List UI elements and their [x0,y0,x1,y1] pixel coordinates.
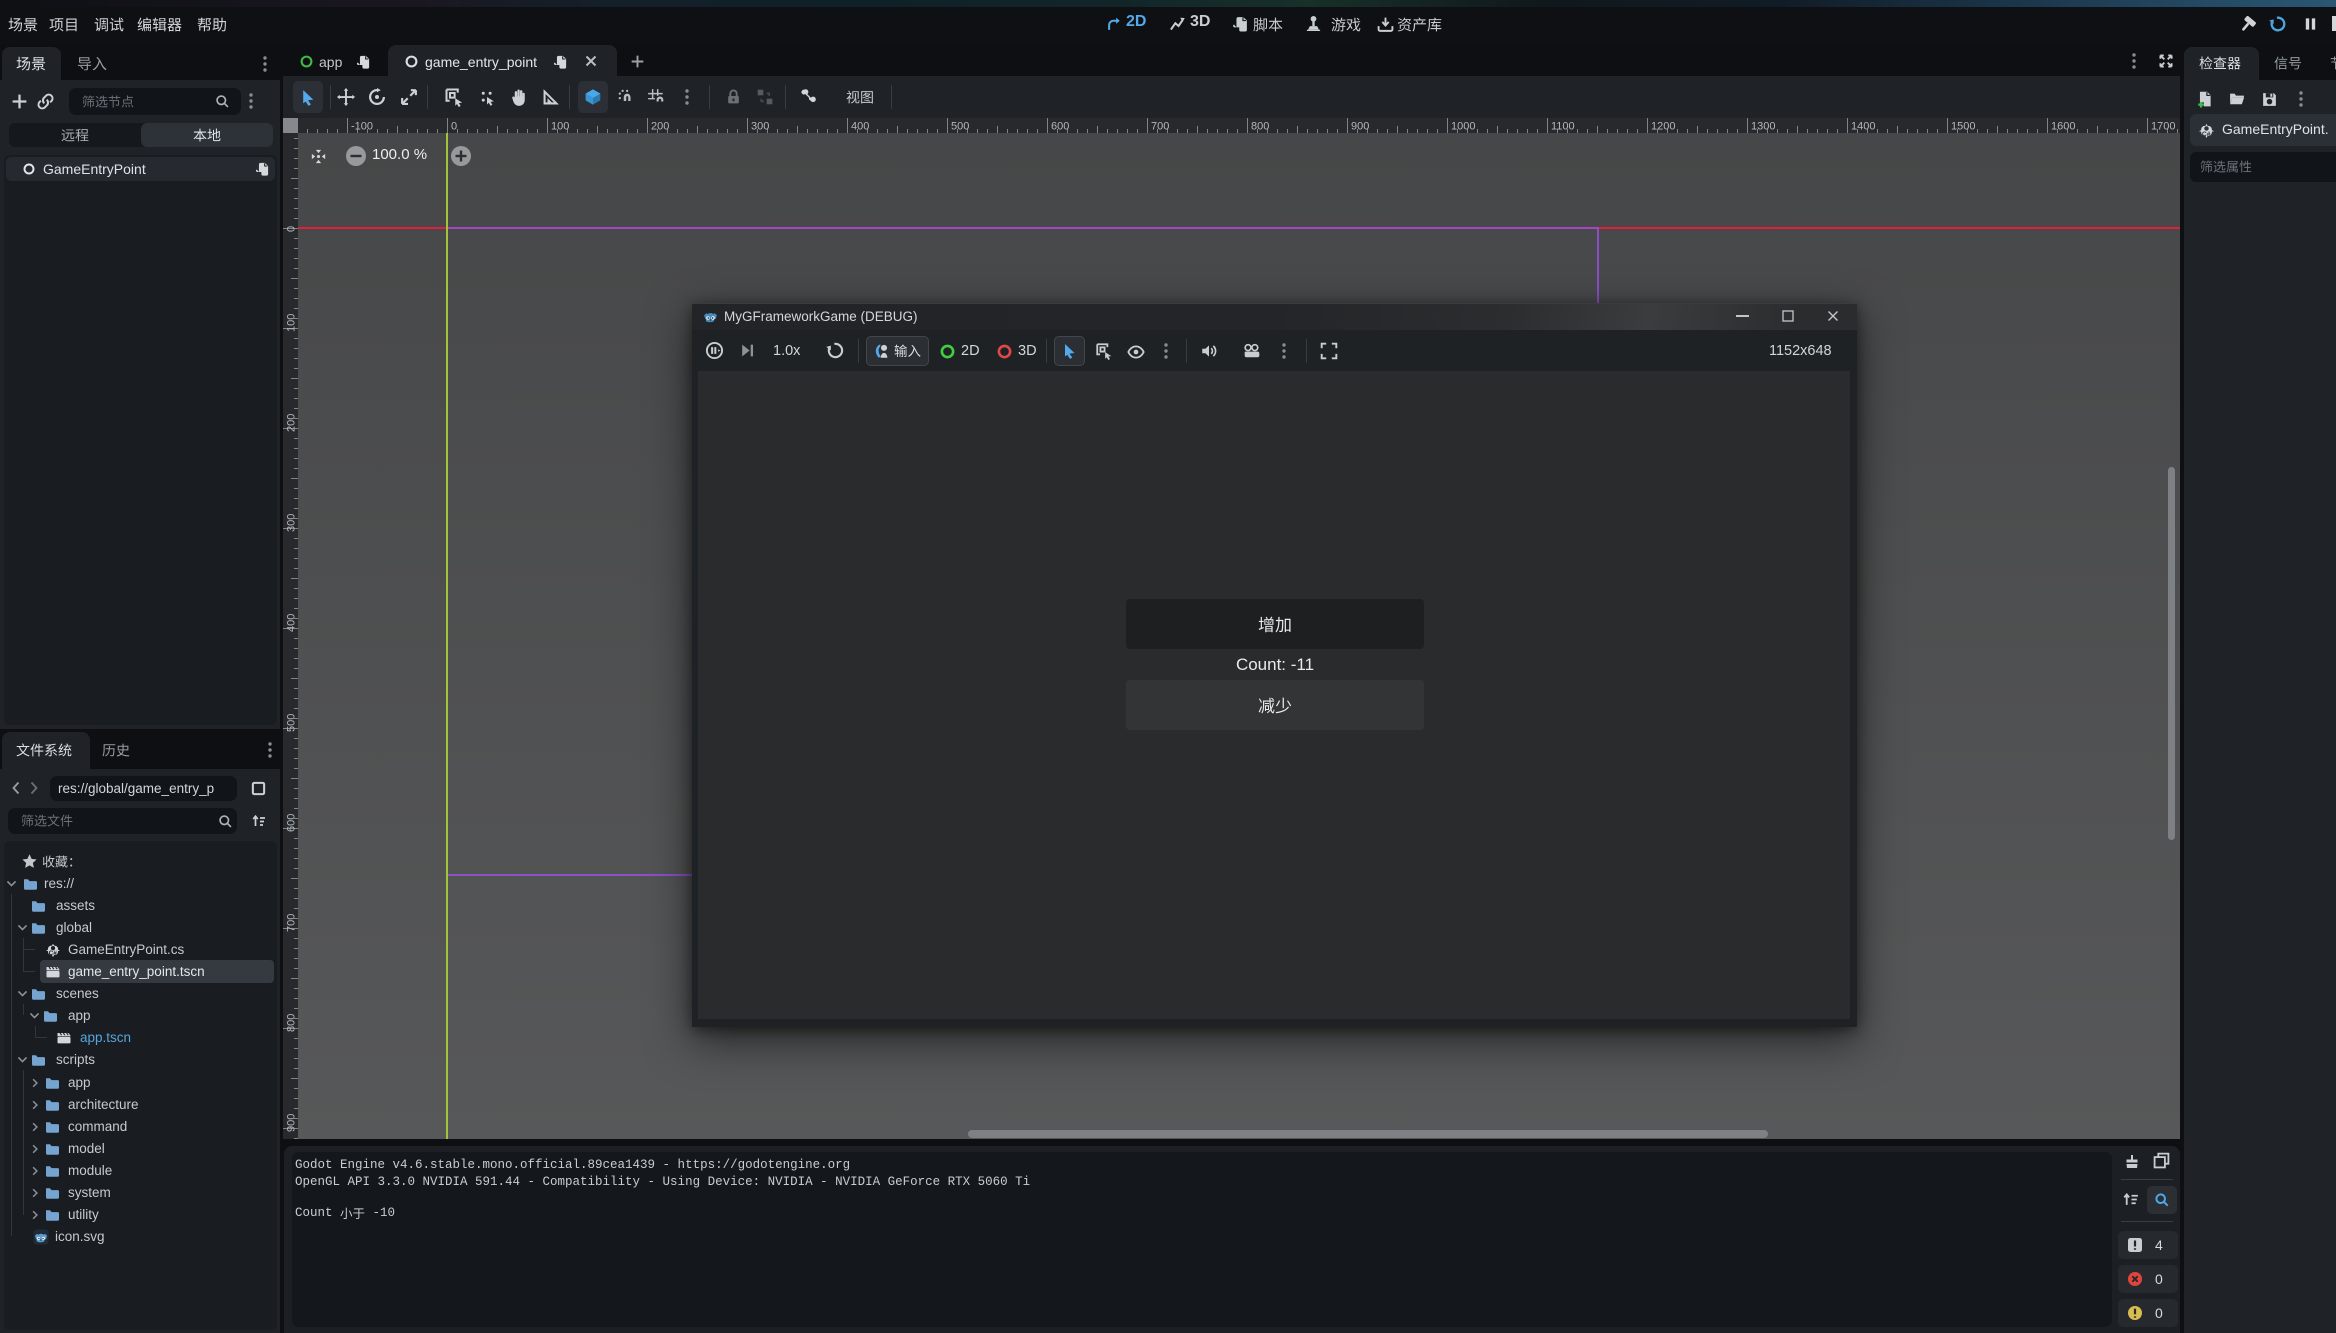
svg-text:900: 900 [1351,121,1369,133]
svg-text:300: 300 [286,514,298,532]
svg-text:500: 500 [286,714,298,732]
svg-text:0: 0 [286,226,298,232]
svg-text:500: 500 [951,121,969,133]
svg-text:1600: 1600 [2051,121,2075,133]
svg-text:1200: 1200 [1651,121,1675,133]
svg-text:1400: 1400 [1851,121,1875,133]
svg-text:1100: 1100 [1551,121,1575,133]
svg-text:800: 800 [1251,121,1269,133]
svg-text:C#: C# [49,950,58,957]
svg-text:0: 0 [451,121,457,133]
svg-text:600: 600 [286,814,298,832]
svg-text:1000: 1000 [1451,121,1475,133]
svg-text:400: 400 [286,614,298,632]
svg-text:700: 700 [286,914,298,932]
svg-text:-100: -100 [351,121,373,133]
svg-text:1700: 1700 [2151,121,2175,133]
svg-text:1500: 1500 [1951,121,1975,133]
svg-text:900: 900 [286,1114,298,1132]
svg-text:200: 200 [651,121,669,133]
svg-text:600: 600 [1051,121,1069,133]
svg-text:300: 300 [751,121,769,133]
svg-text:200: 200 [286,414,298,432]
svg-text:100: 100 [286,314,298,332]
svg-text:800: 800 [286,1014,298,1032]
svg-text:1300: 1300 [1751,121,1775,133]
svg-text:C#: C# [2202,131,2211,138]
svg-text:100: 100 [551,121,569,133]
svg-text:700: 700 [1151,121,1169,133]
svg-text:400: 400 [851,121,869,133]
